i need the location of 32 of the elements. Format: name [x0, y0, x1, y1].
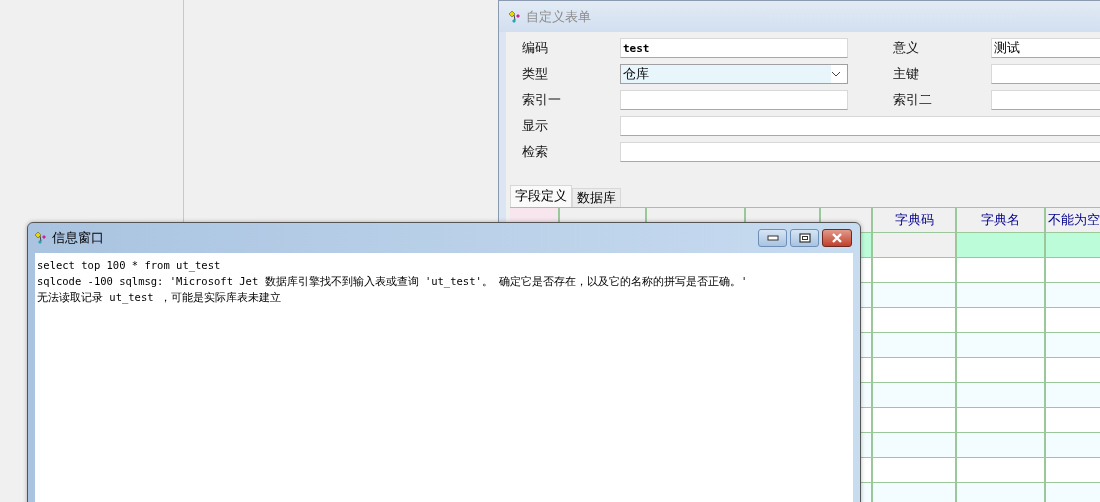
- field-label: 编码: [521, 39, 549, 57]
- minimize-icon: [766, 235, 779, 241]
- caret-icon: [831, 71, 841, 77]
- minimize-button[interactable]: [758, 229, 787, 247]
- maximize-button[interactable]: [790, 229, 819, 247]
- close-button[interactable]: [822, 229, 852, 247]
- field-label: 主键: [892, 65, 920, 83]
- type-dropdown[interactable]: 仓库: [620, 64, 848, 84]
- input-field[interactable]: [991, 64, 1100, 84]
- window-title: 自定义表单: [526, 7, 591, 26]
- input-field[interactable]: test: [620, 38, 848, 58]
- input-field[interactable]: [620, 142, 1100, 162]
- diamonds-icon: [34, 231, 48, 245]
- field-label: 意义: [892, 39, 920, 57]
- message-line: sqlcode -100 sqlmsg: 'Microsoft Jet 数据库引擎找不到输入表或查询 'ut_test'。 确定它是否存在，以及它的名称的拼写是否正确。': [37, 274, 749, 289]
- field-label: 索引二: [892, 91, 933, 109]
- field-label: 显示: [521, 117, 549, 135]
- field-label: 检索: [521, 143, 549, 161]
- input-field[interactable]: [991, 90, 1100, 110]
- diamonds-icon: [508, 9, 522, 24]
- field-label: 索引一: [521, 91, 562, 109]
- window-title: 信息窗口: [52, 229, 104, 247]
- input-field[interactable]: 测试: [991, 38, 1100, 58]
- window-icon: [798, 233, 811, 243]
- tab[interactable]: 字段定义: [510, 185, 572, 207]
- tab[interactable]: 数据库: [572, 188, 621, 207]
- field-label: 类型: [521, 65, 549, 83]
- close-icon: [831, 233, 843, 243]
- message-line: 无法读取记录 ut_test ，可能是实际库表未建立: [37, 290, 282, 305]
- input-field[interactable]: [620, 116, 1100, 136]
- input-field[interactable]: [620, 90, 848, 110]
- message-line: select top 100 * from ut_test: [37, 258, 222, 273]
